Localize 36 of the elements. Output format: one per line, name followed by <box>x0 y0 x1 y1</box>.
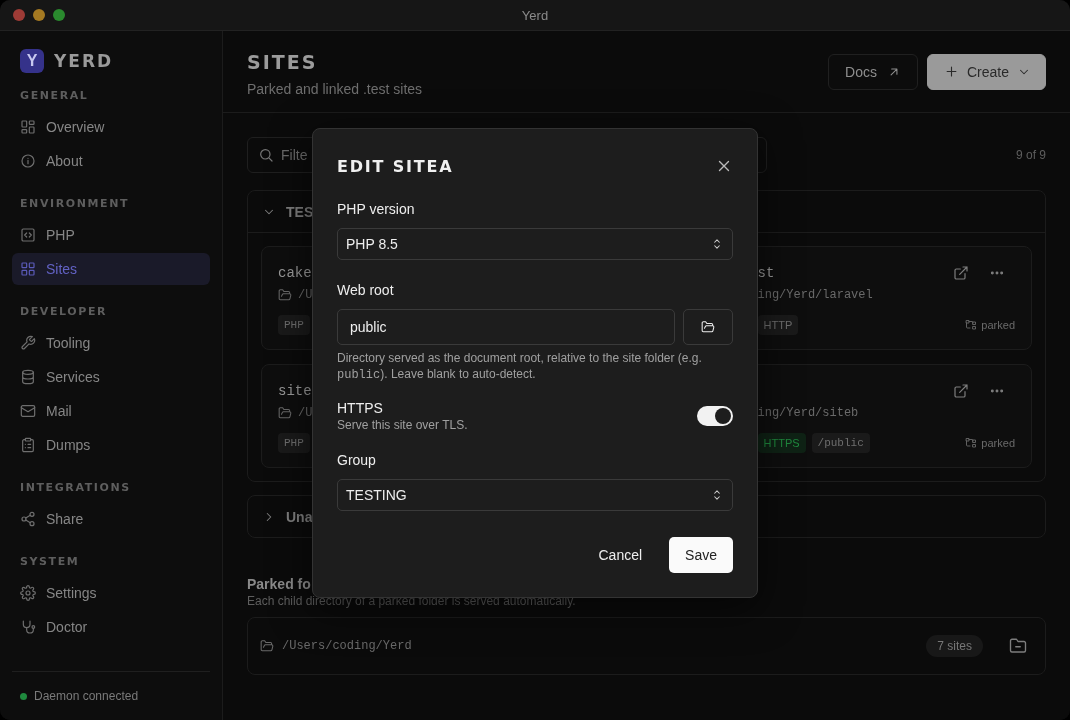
site-status: parked <box>981 437 1015 449</box>
section-heading: SYSTEM <box>19 555 81 569</box>
toggle-label: HTTPS <box>337 400 384 416</box>
toggle-description: Serve this site over TLS. <box>337 418 468 432</box>
site-status: parked <box>981 319 1015 331</box>
page-subtitle: Parked and linked .test sites <box>247 80 424 97</box>
status-text: Daemon connected <box>34 689 139 703</box>
result-count: 9 of 9 <box>1015 148 1046 162</box>
site-name: site <box>278 383 312 399</box>
page-title: SITES <box>247 50 319 73</box>
tag: /public <box>811 433 870 453</box>
folder-path: /Users/coding/Yerd <box>282 639 413 653</box>
site-name: cake <box>278 265 312 281</box>
site-path: ing/Yerd/laravel <box>757 288 873 302</box>
site-path: ing/Yerd/siteb <box>757 406 859 420</box>
section-heading: INTEGRATIONS <box>19 481 132 495</box>
site-path: /U <box>298 288 313 302</box>
section-heading: GENERAL <box>19 89 90 103</box>
section-title: Parked fo <box>247 576 312 592</box>
help-text: Directory served as the document root, relative to the site folder (e.g. public). Leave blank to auto-detect. <box>337 350 703 383</box>
dialog-title: EDIT SITEA <box>337 156 454 176</box>
site-count-badge: 7 sites <box>926 635 983 657</box>
tag: HTTP <box>757 315 799 335</box>
site-path: /U <box>298 406 313 420</box>
field-label: Group <box>337 452 377 468</box>
field-label: Web root <box>337 282 395 298</box>
tag: PHP <box>278 433 310 453</box>
section-heading: ENVIRONMENT <box>19 197 131 211</box>
site-name: st <box>757 265 775 281</box>
https-tag: HTTPS <box>757 433 806 453</box>
tag: PHP <box>278 315 310 335</box>
field-label: PHP version <box>337 201 416 217</box>
section-heading: DEVELOPER <box>19 305 109 319</box>
app-logo: Y <box>20 49 44 73</box>
app-name: YERD <box>54 51 114 71</box>
window-title: Yerd <box>521 7 549 23</box>
